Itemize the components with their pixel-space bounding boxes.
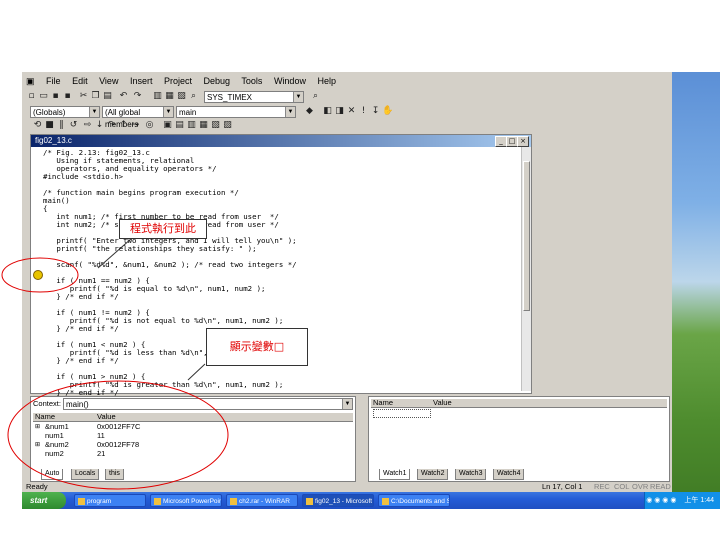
callout-pointer-2 bbox=[187, 363, 206, 381]
callout-pointer-1 bbox=[97, 237, 133, 269]
annotation-ellipse-arrow bbox=[1, 257, 79, 293]
callout-variables: 顯示變數□ bbox=[206, 328, 308, 366]
callout-breakpoint: 程式執行到此 bbox=[119, 219, 207, 239]
annotation-ellipse-variables bbox=[7, 380, 229, 490]
annotation-overlay bbox=[1, 237, 229, 490]
